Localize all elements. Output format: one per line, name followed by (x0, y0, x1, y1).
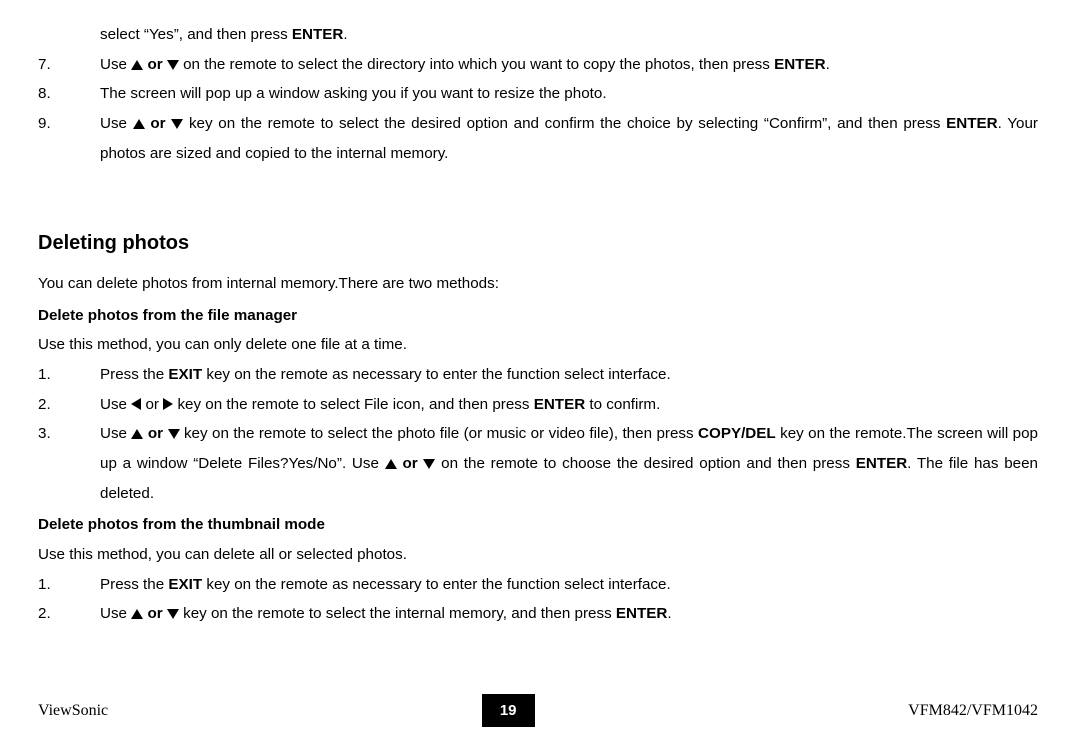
text: Use (100, 56, 131, 73)
text: key on the remote to select File icon, a… (173, 396, 533, 413)
method-a-step-1: 1. Press the EXIT key on the remote as n… (38, 360, 1038, 390)
or-word: or (147, 56, 162, 73)
step-number: 2. (38, 599, 100, 629)
subheading: Delete photos from the file manager (38, 301, 1038, 331)
up-arrow-icon (131, 60, 143, 70)
step-body: Use or key on the remote to select the p… (100, 419, 1038, 508)
page-number: 19 (482, 694, 535, 727)
method-a-step-2: 2. Use or key on the remote to select Fi… (38, 390, 1038, 420)
step-number: 3. (38, 419, 100, 449)
exit-key-label: EXIT (168, 576, 202, 593)
step-body: Use or key on the remote to select File … (100, 390, 1038, 420)
or-word: or (402, 455, 417, 472)
text: on the remote to select the directory in… (179, 56, 774, 73)
subheading: Delete photos from the thumbnail mode (38, 510, 1038, 540)
method-b-step-2: 2. Use or key on the remote to select th… (38, 599, 1038, 629)
text: Use (100, 605, 131, 622)
step-8: 8. The screen will pop up a window askin… (38, 79, 1038, 109)
text: key on the remote as necessary to enter … (202, 366, 671, 383)
or-word: or (148, 425, 163, 442)
step-number: 1. (38, 570, 100, 600)
section-heading: Deleting photos (38, 224, 1038, 263)
enter-key-label: ENTER (292, 26, 343, 43)
text: Press the (100, 576, 168, 593)
step-number: 7. (38, 50, 100, 80)
step-body: Use or on the remote to select the direc… (100, 50, 1038, 80)
enter-key-label: ENTER (534, 396, 585, 413)
enter-key-label: ENTER (616, 605, 667, 622)
step-number: 9. (38, 109, 100, 139)
up-arrow-icon (385, 459, 397, 469)
step-body: Press the EXIT key on the remote as nece… (100, 570, 1038, 600)
or-word: or (147, 605, 162, 622)
right-arrow-icon (163, 398, 173, 410)
step-9: 9. Use or key on the remote to select th… (38, 109, 1038, 168)
left-arrow-icon (131, 398, 141, 410)
down-arrow-icon (167, 609, 179, 619)
down-arrow-icon (168, 429, 180, 439)
text: Use (100, 396, 131, 413)
step-body: Use or key on the remote to select the i… (100, 599, 1038, 629)
enter-key-label: ENTER (856, 455, 907, 472)
text: . (667, 605, 671, 622)
step-body: Use or key on the remote to select the d… (100, 109, 1038, 168)
text: select “Yes”, and then press (100, 26, 292, 43)
footer-model: VFM842/VFM1042 (908, 695, 1038, 726)
up-arrow-icon (131, 429, 143, 439)
footer-brand: ViewSonic (38, 695, 108, 726)
method-intro: Use this method, you can only delete one… (38, 330, 1038, 360)
step-body: The screen will pop up a window asking y… (100, 79, 1038, 109)
copydel-key-label: COPY/DEL (698, 425, 776, 442)
or-word: or (150, 115, 165, 132)
down-arrow-icon (171, 119, 183, 129)
enter-key-label: ENTER (946, 115, 997, 132)
page-footer: ViewSonic 19 VFM842/VFM1042 (0, 694, 1080, 727)
step-number: 2. (38, 390, 100, 420)
enter-key-label: ENTER (774, 56, 825, 73)
up-arrow-icon (131, 609, 143, 619)
or-word: or (145, 396, 159, 413)
step-7: 7. Use or on the remote to select the di… (38, 50, 1038, 80)
text: to confirm. (585, 396, 660, 413)
continued-line: select “Yes”, and then press ENTER. (100, 20, 1038, 50)
exit-key-label: EXIT (168, 366, 202, 383)
text: . (826, 56, 830, 73)
text: key on the remote to select the desired … (183, 115, 946, 132)
step-body: Press the EXIT key on the remote as nece… (100, 360, 1038, 390)
text: key on the remote as necessary to enter … (202, 576, 671, 593)
down-arrow-icon (423, 459, 435, 469)
step-number: 1. (38, 360, 100, 390)
step-number: 8. (38, 79, 100, 109)
up-arrow-icon (133, 119, 145, 129)
text: Use (100, 425, 131, 442)
section-intro: You can delete photos from internal memo… (38, 269, 1038, 299)
text: key on the remote to select the photo fi… (180, 425, 699, 442)
text: Use (100, 115, 133, 132)
manual-page: select “Yes”, and then press ENTER. 7. U… (0, 0, 1080, 743)
text: on the remote to choose the desired opti… (435, 455, 855, 472)
method-b-step-1: 1. Press the EXIT key on the remote as n… (38, 570, 1038, 600)
method-a-step-3: 3. Use or key on the remote to select th… (38, 419, 1038, 508)
text: Press the (100, 366, 168, 383)
text: key on the remote to select the internal… (179, 605, 616, 622)
down-arrow-icon (167, 60, 179, 70)
text: . (343, 26, 347, 43)
method-intro: Use this method, you can delete all or s… (38, 540, 1038, 570)
